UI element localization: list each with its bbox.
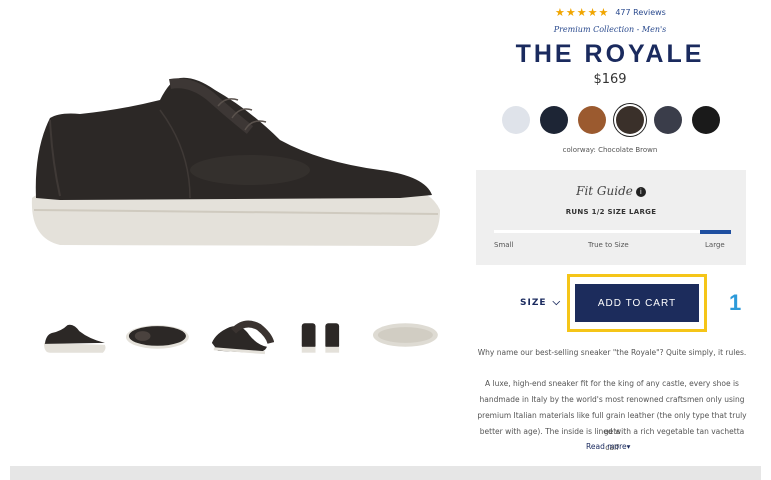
thumbnail-top[interactable] — [123, 313, 192, 357]
caret-down-icon: ▾ — [626, 442, 631, 451]
thumbnail-back[interactable] — [288, 313, 357, 357]
product-price: $169 — [593, 72, 627, 87]
annotation-number: 1 — [729, 290, 742, 315]
swatch-navy[interactable] — [540, 106, 568, 134]
read-more-label: Read more — [586, 442, 627, 451]
fit-guide: Fit Guide i RUNS 1/2 SIZE LARGE Small Tru… — [476, 170, 746, 265]
fit-label-true-to-size: True to Size — [588, 241, 629, 249]
fit-guide-title-text: Fit Guide — [576, 184, 633, 198]
fit-runs-text: RUNS 1/2 SIZE LARGE — [565, 208, 657, 216]
swatch-chocolate[interactable] — [616, 106, 644, 134]
swatch-tan[interactable] — [578, 106, 606, 134]
swatch-black[interactable] — [692, 106, 720, 134]
swatch-white[interactable] — [502, 106, 530, 134]
thumbnail-strip — [40, 310, 440, 360]
thumbnail-side[interactable] — [40, 313, 109, 357]
reviews-link[interactable]: 477 Reviews — [615, 8, 666, 17]
fit-guide-title: Fit Guide i — [476, 184, 746, 198]
description-line-4: better with age). The inside is lined wi… — [479, 427, 745, 452]
info-icon[interactable]: i — [635, 187, 646, 197]
read-more-link[interactable]: Read more▾ — [586, 442, 630, 451]
footer-bar — [10, 466, 761, 480]
product-title: THE ROYALE — [515, 40, 705, 68]
fit-scale-indicator — [700, 230, 731, 234]
size-label: SIZE — [520, 297, 547, 308]
collection-label: Premium Collection - Men's — [553, 25, 667, 34]
color-swatches — [502, 106, 720, 134]
size-selector[interactable]: SIZE ⌵ — [520, 297, 561, 308]
rating: ★★★★★ 477 Reviews — [555, 6, 666, 19]
swatch-slate[interactable] — [654, 106, 682, 134]
chevron-down-icon: ⌵ — [552, 297, 562, 308]
description-line-2: handmade in Italy by the world's most re… — [479, 395, 745, 404]
description-intro: Why name our best-selling sneaker "the R… — [477, 348, 747, 357]
fit-label-small: Small — [494, 241, 514, 249]
thumbnail-pair[interactable] — [206, 313, 275, 357]
colorway-label: colorway: Chocolate Brown — [562, 146, 658, 154]
fit-scale-track — [494, 230, 730, 233]
fit-label-large: Large — [705, 241, 725, 249]
main-product-image — [20, 70, 450, 260]
star-rating-icon: ★★★★★ — [555, 6, 610, 19]
description-line-1: A luxe, high-end sneaker fit for the kin… — [485, 379, 739, 388]
add-to-cart-button[interactable]: ADD TO CART — [575, 284, 699, 322]
thumbnail-sole[interactable] — [371, 313, 440, 357]
